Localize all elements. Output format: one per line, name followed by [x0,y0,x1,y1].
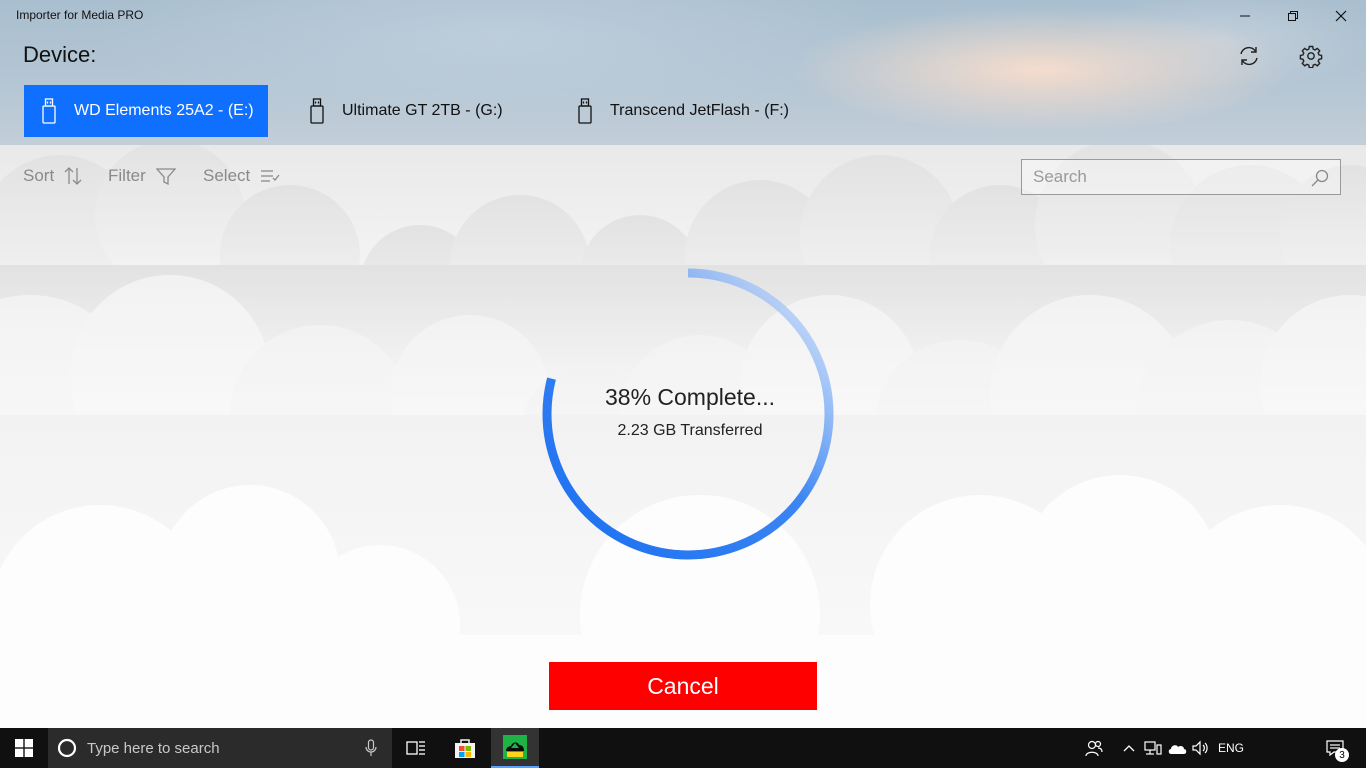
network-button[interactable] [1142,728,1164,768]
sort-button[interactable]: Sort [23,166,82,186]
restore-button[interactable] [1270,0,1316,32]
device-tab-label: Transcend JetFlash - (F:) [610,102,790,119]
chevron-up-icon [1123,745,1135,752]
volume-icon [1192,740,1208,756]
input-language[interactable]: ENG [1214,728,1248,768]
cloud-icon [1168,745,1187,754]
usb-drive-icon [42,98,56,124]
sort-label: Sort [23,166,55,185]
people-icon [1085,740,1103,757]
device-label: Device: [23,42,97,67]
windows-icon [15,739,33,757]
filter-label: Filter [108,166,146,185]
usb-drive-icon [310,98,324,124]
select-button[interactable]: Select [203,166,280,186]
task-view-button[interactable] [392,728,440,768]
filter-icon [155,166,176,186]
transferred-amount: 2.23 GB Transferred [617,422,763,439]
store-button[interactable] [441,728,489,768]
taskbar-search-placeholder: Type here to search [87,739,220,757]
settings-button[interactable] [1297,42,1325,70]
people-button[interactable] [1080,728,1108,768]
progress-status: 38% Complete... [604,384,776,410]
usb-drive-icon [578,98,592,124]
volume-button[interactable] [1190,728,1212,768]
taskbar-search[interactable]: Type here to search [48,728,392,768]
device-tab-transcend[interactable]: Transcend JetFlash - (F:) [578,85,789,137]
cortana-icon [56,737,78,759]
search-input[interactable] [1022,160,1340,194]
restore-icon [1288,11,1298,21]
gear-icon [1299,45,1323,68]
close-button[interactable] [1318,0,1364,32]
importer-app-icon [503,735,527,759]
refresh-icon [1240,46,1258,66]
close-icon [1335,10,1347,22]
notification-count-badge: 3 [1335,748,1349,762]
search-box [1021,159,1341,195]
task-view-icon [406,741,425,755]
device-tab-label: Ultimate GT 2TB - (G:) [342,102,503,119]
minimize-button[interactable] [1222,0,1268,32]
action-center-button[interactable]: 3 [1318,728,1352,768]
app-header: Importer for Media PRO Device: WD Elemen… [0,0,1366,145]
refresh-button[interactable] [1235,42,1263,70]
device-tab-label: WD Elements 25A2 - (E:) [74,102,254,119]
select-label: Select [203,166,251,185]
onedrive-button[interactable] [1166,728,1188,768]
show-hidden-icons-button[interactable] [1120,728,1138,768]
sort-icon [64,166,82,186]
microphone-icon[interactable] [364,738,378,758]
store-icon [455,739,475,758]
taskbar: Type here to search ENG 3 [0,728,1366,768]
minimize-icon [1240,15,1250,17]
start-button[interactable] [0,728,48,768]
network-icon [1144,741,1162,755]
cancel-button[interactable]: Cancel [549,662,817,710]
search-icon [1311,169,1329,187]
search-button[interactable] [1310,168,1330,188]
filter-button[interactable]: Filter [108,166,176,186]
device-tab-wd-elements[interactable]: WD Elements 25A2 - (E:) [24,85,268,137]
select-list-icon [260,168,280,184]
progress-ring [542,268,834,560]
importer-taskbar-button[interactable] [491,728,539,768]
window-title: Importer for Media PRO [16,8,144,22]
device-tab-ultimate-gt[interactable]: Ultimate GT 2TB - (G:) [310,85,503,137]
